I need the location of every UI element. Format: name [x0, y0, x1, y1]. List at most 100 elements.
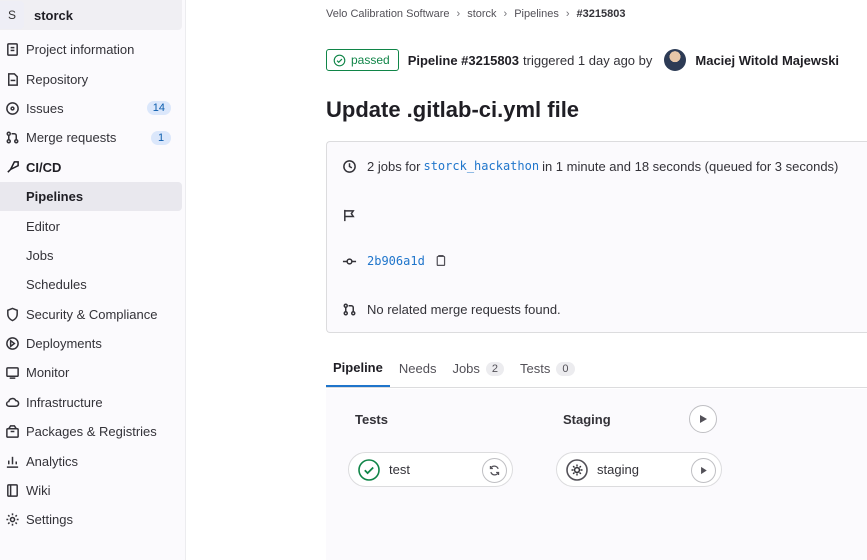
- tab-jobs[interactable]: Jobs 2: [445, 350, 511, 387]
- pipeline-graph: Tests test Staging staging: [326, 389, 867, 560]
- retry-button[interactable]: [482, 458, 507, 483]
- sidebar-subitem-editor[interactable]: Editor: [0, 211, 185, 240]
- job-staging[interactable]: staging: [556, 452, 722, 487]
- pipeline-header: passed Pipeline #3215803 triggered 1 day…: [326, 49, 839, 71]
- jobs-summary-prefix: 2 jobs for: [367, 158, 421, 174]
- sidebar-item-settings[interactable]: Settings: [0, 505, 185, 534]
- breadcrumb-item-pipelines[interactable]: Pipelines: [514, 8, 559, 20]
- commit-icon: [341, 253, 357, 269]
- jobs-summary-suffix: in 1 minute and 18 seconds (queued for 3…: [542, 158, 839, 174]
- issues-count-badge: 14: [146, 101, 171, 116]
- merge-request-row: No related merge requests found.: [341, 301, 561, 317]
- sidebar-item-label: Security & Compliance: [26, 306, 158, 322]
- rocket-icon: [4, 159, 20, 175]
- sidebar-item-security-compliance[interactable]: Security & Compliance: [0, 300, 185, 329]
- sidebar-item-label: Deployments: [26, 336, 102, 352]
- sidebar-item-infrastructure[interactable]: Infrastructure: [0, 388, 185, 417]
- breadcrumb: Velo Calibration Software › storck › Pip…: [326, 8, 625, 20]
- pipeline-id: Pipeline #3215803: [407, 52, 520, 68]
- issues-icon: [4, 100, 20, 116]
- tab-label: Tests: [520, 361, 551, 376]
- sidebar-item-issues[interactable]: Issues 14: [0, 94, 185, 123]
- author-name[interactable]: Maciej Witold Majewski: [695, 53, 839, 68]
- play-button[interactable]: [691, 458, 716, 483]
- tab-label: Pipeline: [333, 360, 383, 375]
- avatar[interactable]: [664, 49, 687, 71]
- stage-play-all-button[interactable]: [689, 405, 717, 433]
- status-badge-label: passed: [351, 53, 390, 67]
- tab-tests[interactable]: Tests 0: [513, 350, 581, 387]
- status-badge[interactable]: passed: [326, 49, 399, 71]
- sidebar: S storck Project information Repository …: [0, 0, 186, 560]
- sidebar-item-repository[interactable]: Repository: [0, 64, 185, 93]
- sidebar-item-label: Settings: [26, 512, 73, 528]
- book-icon: [4, 483, 20, 499]
- project-header[interactable]: S storck: [0, 0, 182, 30]
- triggered-text: triggered 1 day ago by: [523, 52, 653, 68]
- sidebar-item-deployments[interactable]: Deployments: [0, 329, 185, 358]
- sidebar-item-analytics[interactable]: Analytics: [0, 446, 185, 475]
- job-test[interactable]: test: [348, 452, 513, 487]
- tab-pipeline[interactable]: Pipeline: [326, 350, 390, 387]
- no-merge-requests-text: No related merge requests found.: [367, 301, 561, 317]
- check-circle-icon: [333, 54, 346, 66]
- info-icon: [4, 42, 20, 58]
- chevron-right-icon: ›: [565, 8, 570, 20]
- document-icon: [4, 71, 20, 87]
- sidebar-subitem-jobs[interactable]: Jobs: [0, 241, 185, 270]
- merge-request-icon: [4, 130, 20, 146]
- breadcrumb-item-current[interactable]: #3215803: [577, 8, 626, 20]
- clock-icon: [341, 158, 357, 174]
- stage-title-staging: Staging: [563, 412, 611, 427]
- flag-row: [341, 207, 367, 223]
- sidebar-item-cicd[interactable]: CI/CD: [0, 153, 185, 182]
- sidebar-item-label: CI/CD: [26, 159, 62, 175]
- sidebar-subitem-schedules[interactable]: Schedules: [0, 270, 185, 299]
- tab-count-badge: 0: [556, 361, 575, 376]
- tab-label: Needs: [398, 361, 437, 376]
- tab-needs[interactable]: Needs: [392, 350, 444, 387]
- project-name: storck: [34, 7, 74, 23]
- job-name: staging: [597, 462, 639, 477]
- sidebar-nav: Project information Repository Issues 14…: [0, 35, 185, 535]
- breadcrumb-item-group[interactable]: Velo Calibration Software: [326, 8, 450, 20]
- copy-icon[interactable]: [434, 254, 448, 268]
- commit-row: 2b906a1d: [341, 253, 448, 269]
- sidebar-item-project-information[interactable]: Project information: [0, 35, 185, 64]
- pipeline-tabs: Pipeline Needs Jobs 2 Tests 0: [326, 350, 867, 388]
- chart-icon: [4, 453, 20, 469]
- gear-icon: [4, 512, 20, 528]
- sidebar-subitem-pipelines[interactable]: Pipelines: [0, 181, 182, 212]
- sidebar-item-label: Merge requests: [26, 130, 117, 146]
- breadcrumb-item-project[interactable]: storck: [467, 8, 496, 20]
- pipeline-info-box: 2 jobs for storck_hackathon in 1 minute …: [326, 141, 867, 333]
- sidebar-item-label: Wiki: [26, 483, 51, 499]
- commit-sha-link[interactable]: 2b906a1d: [367, 254, 425, 268]
- success-status-icon: [358, 458, 380, 481]
- sidebar-item-label: Infrastructure: [26, 394, 103, 410]
- sidebar-item-wiki[interactable]: Wiki: [0, 476, 185, 505]
- sidebar-item-label: Project information: [26, 42, 135, 58]
- sidebar-item-monitor[interactable]: Monitor: [0, 358, 185, 387]
- tab-count-badge: 2: [485, 361, 505, 376]
- merge-requests-count-badge: 1: [151, 130, 171, 145]
- chevron-right-icon: ›: [503, 8, 508, 20]
- sidebar-item-label: Packages & Registries: [26, 424, 157, 440]
- sidebar-item-label: Repository: [26, 71, 89, 87]
- sidebar-item-merge-requests[interactable]: Merge requests 1: [0, 123, 185, 152]
- tab-label: Jobs: [452, 361, 480, 376]
- sidebar-item-label: Issues: [26, 100, 64, 116]
- package-icon: [4, 424, 20, 440]
- shield-icon: [4, 306, 20, 322]
- chevron-right-icon: ›: [456, 8, 461, 20]
- project-avatar: S: [0, 1, 24, 29]
- sidebar-item-packages-registries[interactable]: Packages & Registries: [0, 417, 185, 446]
- deployments-icon: [4, 336, 20, 352]
- branch-link[interactable]: storck_hackathon: [423, 159, 539, 173]
- sidebar-item-label: Monitor: [26, 365, 70, 381]
- jobs-summary-row: 2 jobs for storck_hackathon in 1 minute …: [341, 158, 838, 174]
- flag-icon: [341, 207, 357, 223]
- job-name: test: [389, 462, 410, 477]
- merge-request-icon: [341, 301, 357, 317]
- page-title: Update .gitlab-ci.yml file: [326, 97, 580, 122]
